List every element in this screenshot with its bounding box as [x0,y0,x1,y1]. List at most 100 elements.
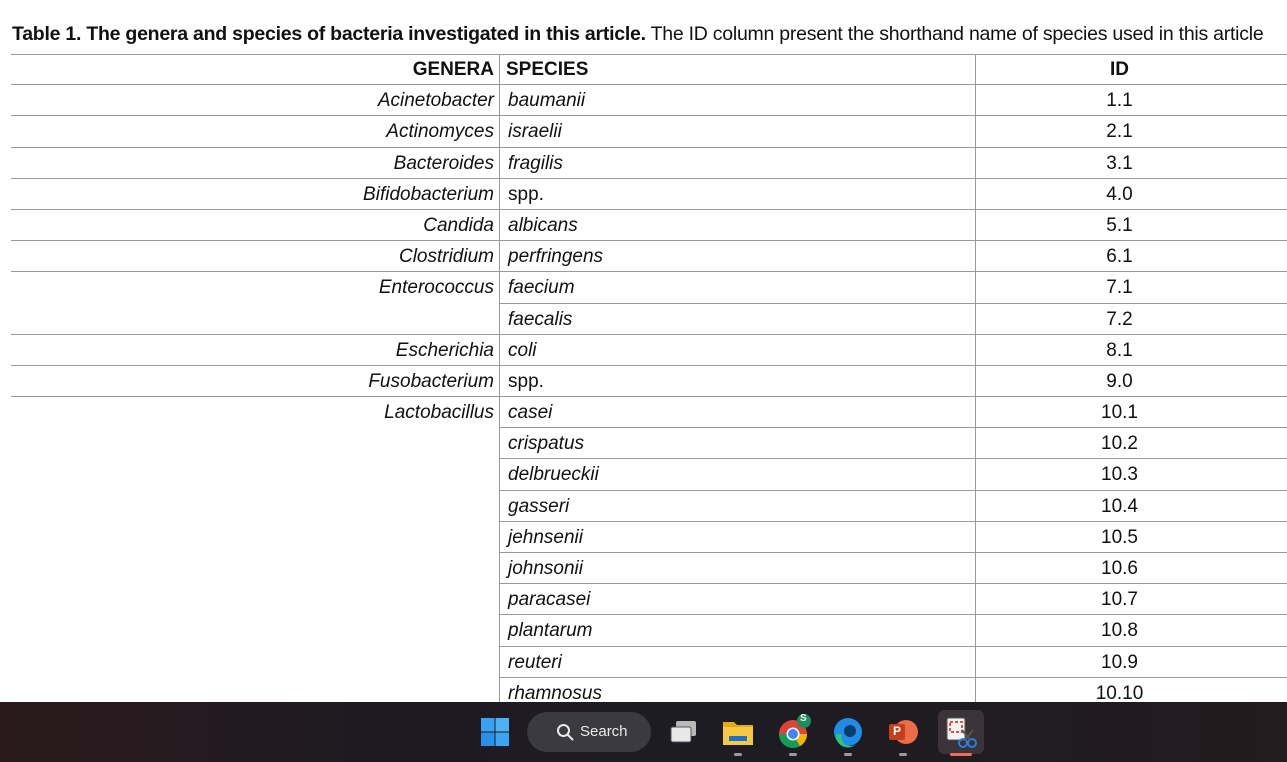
powerpoint-letter: P [893,724,902,738]
table-row: paracasei 10.7 [11,584,1287,616]
id-cell: 10.2 [1101,433,1138,455]
id-cell: 10.1 [1101,402,1138,424]
genus-cell [11,304,499,335]
id-cell: 10.4 [1101,495,1138,517]
species-cell: israelii [508,121,562,143]
id-cell: 10.3 [1101,464,1138,486]
species-cell: plantarum [508,620,593,642]
header-id: ID [1110,59,1129,80]
species-cell: delbrueckii [508,464,599,486]
genus-cell: Escherichia [395,339,494,361]
species-cell: faecalis [508,308,573,330]
header-genera: GENERA [412,59,494,80]
snipping-tool-button[interactable] [938,710,984,756]
table-row: rhamnosus 10.10 [11,677,1287,702]
table-row: Escherichia coli 8.1 [11,334,1287,366]
species-cell: gasseri [508,495,570,517]
table-header-row: GENERA SPECIES ID [11,54,1287,86]
id-cell: 7.2 [1106,308,1133,330]
task-view-icon [670,721,696,743]
species-cell: albicans [508,214,578,236]
genus-cell: Acinetobacter [377,90,494,112]
species-cell: paracasei [508,589,591,611]
chrome-button[interactable]: S [773,712,813,756]
id-cell: 10.10 [1095,682,1144,702]
species-cell: faecium [508,277,575,299]
powerpoint-icon [889,720,918,744]
table-row: jehnsenii 10.5 [11,521,1287,553]
taskbar-search-button[interactable]: Search [527,712,651,752]
active-indicator [950,753,972,756]
edge-button[interactable] [828,712,868,756]
id-cell: 8.1 [1106,339,1133,361]
species-cell: baumanii [508,90,586,112]
windows-logo-icon [481,718,509,746]
table-body: Acinetobacter baumanii 1.1 Actinomyces israe… [11,85,1287,702]
profile-badge: S [800,713,807,724]
id-cell: 10.8 [1101,620,1138,642]
id-cell: 9.0 [1106,370,1133,392]
file-explorer-button[interactable] [718,712,758,756]
genus-cell: Bifidobacterium [363,183,494,205]
species-cell: spp. [508,370,544,392]
table-row: Lactobacillus casei 10.1 [11,397,1287,429]
genus-cell: Enterococcus [378,277,494,299]
table-row: reuteri 10.9 [11,646,1287,678]
genus-cell [11,491,499,522]
table-row: Fusobacterium spp. 9.0 [11,365,1287,398]
species-cell: fragilis [508,152,563,174]
table-row: delbrueckii 10.3 [11,459,1287,491]
search-icon [557,724,574,741]
id-cell: 10.7 [1101,589,1138,611]
start-button[interactable] [475,712,515,752]
table-row: Bifidobacterium spp. 4.0 [11,178,1287,210]
genus-cell [11,678,499,702]
table-row: Acinetobacter baumanii 1.1 [11,85,1287,117]
species-cell: jehnsenii [508,526,583,548]
table-row: Clostridium perfringens 6.1 [11,241,1287,273]
task-view-button[interactable] [664,712,704,752]
bacteria-table: GENERA SPECIES ID Acinetobacter baumanii 1… [11,54,1287,702]
table-row: plantarum 10.8 [11,615,1287,647]
id-cell: 10.5 [1101,526,1138,548]
caption-text: The ID column present the shorthand name… [645,23,1264,45]
windows-taskbar: Search S P [0,702,1287,762]
edge-icon [834,718,862,748]
genus-cell: Bacteroides [393,152,494,174]
genus-cell [11,522,499,553]
id-cell: 10.6 [1101,558,1138,579]
id-cell: 2.1 [1106,121,1133,143]
id-cell: 6.1 [1106,246,1133,268]
search-label: Search [580,723,628,740]
running-indicator [734,753,742,756]
table-row: johnsonii 10.6 [11,553,1287,585]
header-species: SPECIES [506,59,589,80]
powerpoint-button[interactable]: P [883,712,923,756]
species-cell: casei [508,402,553,424]
running-indicator [789,753,797,756]
species-cell: rhamnosus [508,682,602,702]
genus-cell [11,615,499,646]
table-caption: Table 1. The genera and species of bacte… [12,22,1264,46]
species-cell: crispatus [508,433,585,455]
genus-cell: Actinomyces [386,121,494,143]
table-row: Candida albicans 5.1 [11,209,1287,242]
species-cell: johnsonii [508,558,583,579]
table-row: gasseri 10.4 [11,490,1287,522]
genus-cell: Candida [423,214,494,236]
table-row: Enterococcus faecium 7.1 [11,272,1287,304]
id-cell: 10.9 [1101,651,1138,673]
chrome-icon [779,714,811,748]
genus-cell [11,584,499,615]
table-row: crispatus 10.2 [11,428,1287,460]
species-cell: coli [508,339,537,361]
caption-title: Table 1. The genera and species of bacte… [12,23,646,45]
genus-cell [11,647,499,678]
id-cell: 4.0 [1106,183,1133,205]
genus-cell [11,553,499,584]
genus-cell: Fusobacterium [368,370,494,392]
genus-cell [11,459,499,490]
running-indicator [844,753,852,756]
genus-cell: Lactobacillus [384,402,494,424]
id-cell: 5.1 [1106,214,1133,236]
